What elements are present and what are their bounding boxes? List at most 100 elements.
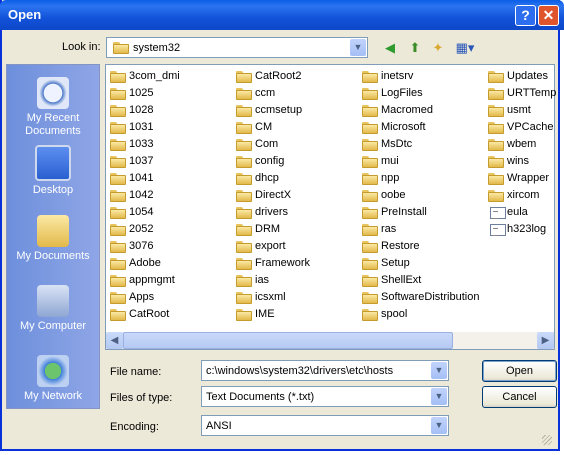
folder-icon (362, 309, 378, 321)
file-item-label: xircom (507, 189, 540, 201)
title-bar[interactable]: Open ? ✕ (0, 0, 564, 30)
look-in-label: Look in: (62, 41, 101, 53)
files-of-type-combo[interactable]: Text Documents (*.txt) ▼ (201, 386, 449, 407)
folder-icon (110, 156, 126, 168)
folder-icon (110, 122, 126, 134)
close-button[interactable]: ✕ (538, 5, 559, 26)
file-item-label: Framework (255, 257, 311, 269)
my-network-icon (37, 355, 69, 387)
text-file-icon (490, 224, 506, 236)
folder-icon (362, 207, 378, 219)
folder-icon (362, 71, 378, 83)
folder-icon (236, 275, 252, 287)
folder-icon (236, 71, 252, 83)
place-desktop[interactable]: Desktop (7, 145, 99, 197)
look-in-value: system32 (133, 42, 181, 54)
folder-icon (362, 156, 378, 168)
folder-icon (236, 190, 252, 202)
chevron-down-icon[interactable]: ▼ (431, 388, 447, 405)
place-my-network[interactable]: My Network (7, 355, 99, 403)
file-item-label: Macromed (381, 104, 433, 116)
file-item-label: spool (381, 308, 408, 320)
look-in-combo[interactable]: system32 ▼ (106, 37, 368, 58)
chevron-down-icon[interactable]: ▼ (350, 39, 366, 56)
place-label: My Network (23, 390, 83, 402)
file-item-label: inetsrv (381, 70, 414, 82)
file-item-label: LogFiles (381, 87, 423, 99)
place-label: My Computer (19, 320, 87, 332)
place-label: My Recent Documents (25, 112, 81, 137)
folder-icon (236, 105, 252, 117)
file-item-label: MsDtc (381, 138, 413, 150)
folder-icon (236, 309, 252, 321)
folder-icon (110, 88, 126, 100)
file-item-label: URTTemp (507, 87, 557, 99)
file-item-label: 1041 (129, 172, 154, 184)
file-item-label: 1028 (129, 104, 154, 116)
file-item-label: usmt (507, 104, 531, 116)
folder-icon (488, 173, 504, 185)
folder-icon (236, 173, 252, 185)
folder-icon (236, 122, 252, 134)
place-recent-documents[interactable]: My Recent Documents (7, 77, 99, 138)
folder-icon (236, 139, 252, 151)
open-button[interactable]: Open (482, 360, 557, 382)
open-dialog: Open ? ✕ Look in: system32 ▼ ◀ ⬆ ✦ ▦▾ My… (0, 0, 564, 451)
file-list[interactable]: ◀ ▶ 3com_dmi 1025 1028 1031 1033 1037 1041 1042… (105, 64, 557, 350)
place-my-computer[interactable]: My Computer (7, 285, 99, 333)
folder-icon (110, 224, 126, 236)
resize-grip-icon[interactable] (542, 435, 552, 445)
file-item-label: CatRoot (129, 308, 170, 320)
folder-icon (236, 224, 252, 236)
file-item-label: 1054 (129, 206, 154, 218)
file-item-label: 3076 (129, 240, 154, 252)
folder-icon (362, 173, 378, 185)
file-item-label: export (255, 240, 286, 252)
file-item-label: ShellExt (381, 274, 422, 286)
file-item-label: oobe (381, 189, 406, 201)
folder-icon (110, 207, 126, 219)
file-item-label: Apps (129, 291, 155, 303)
folder-icon (488, 122, 504, 134)
file-item-label: 1025 (129, 87, 154, 99)
folder-icon (362, 105, 378, 117)
help-button[interactable]: ? (515, 5, 536, 26)
file-item-label: Com (255, 138, 279, 150)
cancel-button[interactable]: Cancel (482, 386, 557, 408)
files-of-type-label: Files of type: (110, 392, 173, 404)
places-bar: My Recent Documents Desktop My Documents… (6, 64, 100, 409)
views-menu-icon[interactable]: ▦▾ (454, 40, 476, 56)
my-documents-icon (37, 215, 69, 247)
file-item-label: Restore (381, 240, 420, 252)
file-item-label: CatRoot2 (255, 70, 302, 82)
place-my-documents[interactable]: My Documents (7, 215, 99, 263)
file-item-label: icsxml (255, 291, 286, 303)
folder-icon (362, 190, 378, 202)
folder-icon (110, 173, 126, 185)
file-item-label: npp (381, 172, 400, 184)
file-item-label: Microsoft (381, 121, 426, 133)
file-item-label: h323log (507, 223, 547, 235)
folder-icon (488, 105, 504, 117)
chevron-down-icon[interactable]: ▼ (431, 417, 447, 434)
file-item-label: PreInstall (381, 206, 427, 218)
file-item-label: appmgmt (129, 274, 175, 286)
file-name-value[interactable]: c:\windows\system32\drivers\etc\hosts (206, 365, 393, 377)
folder-icon (110, 275, 126, 287)
chevron-down-icon[interactable]: ▼ (431, 362, 447, 379)
folder-icon (110, 71, 126, 83)
horizontal-scrollbar[interactable]: ◀ ▶ (106, 332, 554, 349)
encoding-combo[interactable]: ANSI ▼ (201, 415, 449, 436)
file-name-combo[interactable]: c:\windows\system32\drivers\etc\hosts ▼ (201, 360, 449, 381)
up-folder-icon[interactable]: ⬆ (407, 40, 423, 56)
scroll-left-icon[interactable]: ◀ (106, 332, 123, 349)
new-folder-icon[interactable]: ✦ (430, 40, 446, 56)
file-item-label: ccmsetup (255, 104, 303, 116)
folder-icon (113, 42, 129, 54)
file-item-label: DirectX (255, 189, 292, 201)
scrollbar-thumb[interactable] (123, 332, 453, 349)
back-icon[interactable]: ◀ (382, 40, 398, 56)
recent-documents-icon (37, 77, 69, 109)
file-item-label: Adobe (129, 257, 161, 269)
scroll-right-icon[interactable]: ▶ (537, 332, 554, 349)
